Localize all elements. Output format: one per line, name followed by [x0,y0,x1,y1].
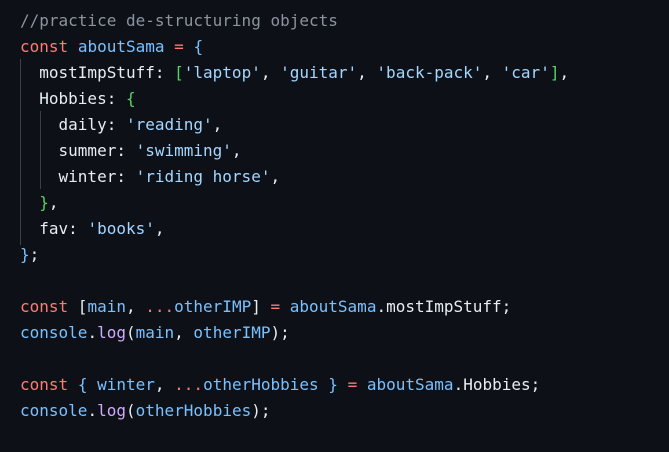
code-token: const [20,375,69,394]
code-token: , [48,193,59,212]
code-line: fav: 'books', [20,216,165,242]
code-token: , [174,323,194,342]
code-token: = [174,37,184,56]
code-token: . [87,323,98,342]
code-token: aboutSama [366,375,454,394]
code-line: console.log(otherHobbies); [20,398,270,424]
code-token: 'books' [87,219,155,238]
code-line: const aboutSama = { [20,34,203,60]
code-line: daily: 'reading', [20,112,223,138]
code-token: .mostImpStuff; [376,297,512,316]
code-token: const [20,37,69,56]
code-line: summer: 'swimming', [20,138,242,164]
code-line: Hobbies: { [20,86,136,112]
code-token: Hobbies: [20,89,126,108]
code-token: mostImpStuff: [20,63,175,82]
code-token: ; [29,245,40,264]
code-token: otherIMP [193,323,271,342]
code-line: winter: 'riding horse', [20,164,281,190]
code-token: 'guitar' [280,63,358,82]
code-token: 'back-pack' [376,63,483,82]
code-token: ( [125,401,136,420]
code-token: , [260,63,281,82]
code-line: mostImpStuff: ['laptop', 'guitar', 'back… [20,60,569,86]
code-token: otherHobbies [135,401,252,420]
code-token: { [77,375,88,394]
code-token: , [482,63,502,82]
code-token: = [270,297,281,316]
code-token: ] [251,297,271,316]
code-token: ... [145,297,175,316]
code-token: [ [68,297,88,316]
code-token: console [20,323,88,342]
code-token: { [193,37,204,56]
code-token: 'reading' [125,115,213,134]
code-token: log [97,401,126,420]
code-token: , [154,219,165,238]
code-token: main [87,297,126,316]
code-token: , [231,141,242,160]
code-line: }; [20,242,39,268]
code-token: = [347,375,358,394]
code-line: console.log(main, otherIMP); [20,320,290,346]
code-token: 'riding horse' [135,167,271,186]
code-token: ); [251,401,271,420]
code-line: }, [20,190,59,216]
code-token: otherHobbies [203,375,319,394]
code-token: , [125,297,146,316]
code-token: [ [174,63,184,82]
code-line: const [main, ...otherIMP] = aboutSama.mo… [20,294,511,320]
code-token: //practice de-structuring objects [20,11,338,30]
code-token: console [20,401,88,420]
code-line: //practice de-structuring objects [20,8,338,34]
code-token: { [125,89,136,108]
code-token: winter: [20,167,136,186]
code-token: winter [97,375,155,394]
code-token: , [154,375,175,394]
code-token: ); [270,323,290,342]
code-token: 'car' [501,63,550,82]
code-editor[interactable]: //practice de-structuring objects const a… [0,0,669,452]
code-token: } [20,245,30,264]
code-line: const { winter, ...otherHobbies } = abou… [20,372,540,398]
code-token: } [328,375,338,394]
code-token: , [559,63,570,82]
code-token: main [135,323,175,342]
code-token: const [20,297,69,316]
code-token: . [87,401,98,420]
code-token: aboutSama [289,297,377,316]
code-token: log [97,323,126,342]
code-token: fav: [20,219,88,238]
code-token: , [357,63,377,82]
code-token: 'swimming' [135,141,232,160]
code-token: ( [125,323,136,342]
code-token: 'laptop' [183,63,261,82]
code-token: otherIMP [174,297,252,316]
code-token: ... [174,375,204,394]
code-token: summer: [20,141,136,160]
code-token: , [270,167,281,186]
code-token: , [212,115,223,134]
code-token: daily: [20,115,126,134]
code-token: } [39,193,49,212]
code-token: aboutSama [77,37,165,56]
code-token: .Hobbies; [453,375,541,394]
